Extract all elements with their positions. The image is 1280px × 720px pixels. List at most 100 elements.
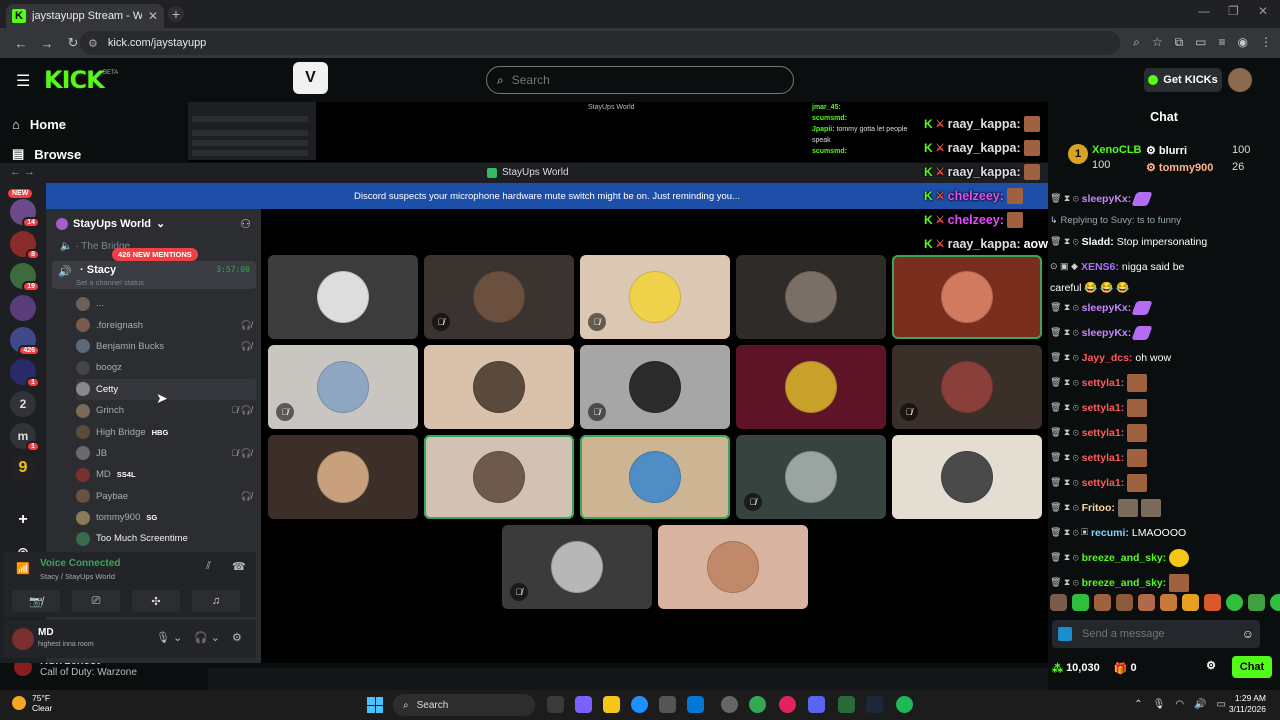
v-logo-icon[interactable]: V <box>293 62 328 94</box>
guild-icon[interactable]: 8 <box>10 231 40 260</box>
chat-message[interactable]: 🗑 ⧗ ⊙ Sladd: Stop impersonating <box>1048 229 1280 254</box>
steam-icon[interactable] <box>866 696 883 713</box>
video-tile[interactable]: 🎙̸ <box>424 255 574 339</box>
voice-member[interactable]: MD SS4L <box>76 464 256 485</box>
chrome-icon[interactable] <box>749 696 766 713</box>
profile-icon[interactable]: ◉ <box>1238 35 1248 50</box>
guild-icon[interactable]: 14 <box>10 199 40 228</box>
add-server-icon[interactable]: + <box>10 507 36 533</box>
address-bar[interactable]: ⚙ kick.com/jaystayupp <box>80 31 1120 55</box>
screenshare-button[interactable]: ⎚ <box>72 590 120 612</box>
task-view-icon[interactable] <box>547 696 564 713</box>
opera-icon[interactable] <box>779 696 796 713</box>
video-tile[interactable]: 🎙̸ <box>580 255 730 339</box>
emote[interactable] <box>1204 594 1221 611</box>
bookmark-star-icon[interactable]: ☆ <box>1152 35 1163 50</box>
channel-status[interactable]: Set a channel status <box>76 278 144 287</box>
voice-member[interactable]: tommy900 SG <box>76 507 256 528</box>
voice-member[interactable]: Too Much Screentime <box>76 528 256 549</box>
emote[interactable] <box>1160 594 1177 611</box>
edge-icon[interactable] <box>631 696 648 713</box>
store-icon[interactable] <box>659 696 676 713</box>
kick-emote-icon[interactable] <box>1058 627 1072 641</box>
chat-send-button[interactable]: Chat <box>1232 656 1272 678</box>
kick-logo[interactable]: KICK <box>44 66 105 94</box>
chat-message[interactable]: 🗑 ⧗ ⊙ settyla1: <box>1048 445 1280 470</box>
emote[interactable] <box>1116 594 1133 611</box>
hamburger-menu-icon[interactable]: ☰ <box>16 71 30 91</box>
video-tile[interactable] <box>736 255 886 339</box>
headphones-icon[interactable]: 🎧 ⌄ <box>194 631 220 644</box>
video-tile[interactable] <box>580 435 730 519</box>
chat-message[interactable]: 🗑 ⧗ ⊙ ▣ recumi: LMAOOOO <box>1048 520 1280 545</box>
voice-channel-stacy[interactable]: 🔊 · Stacy 3:57:00 Set a channel status <box>52 261 256 289</box>
split-view-icon[interactable]: ▭ <box>1195 35 1206 50</box>
microphone-icon[interactable]: 🎙 ⌄ <box>156 631 182 644</box>
voice-member[interactable]: JB 🎙̸ 🎧̸ <box>76 443 256 464</box>
site-info-icon[interactable]: ⚙ <box>88 37 98 50</box>
video-tile[interactable] <box>424 345 574 429</box>
voice-member[interactable]: .foreignash 🎧̸ <box>76 314 256 335</box>
zoom-icon[interactable]: ⌕ <box>1133 35 1140 50</box>
voice-connected-location[interactable]: Stacy / StayUps World <box>40 572 115 581</box>
guild-icon[interactable]: 19 <box>10 263 40 292</box>
new-tab-button[interactable]: + <box>168 6 184 22</box>
emote[interactable] <box>1270 594 1280 611</box>
activities-button[interactable]: ✣ <box>132 590 180 612</box>
video-tile[interactable] <box>424 435 574 519</box>
emote[interactable] <box>1182 594 1199 611</box>
voice-member[interactable]: Benjamin Bucks 🎧̸ <box>76 336 256 357</box>
maximize-button[interactable]: ❐ <box>1228 4 1239 18</box>
user-avatar[interactable] <box>1228 68 1252 92</box>
discord-icon[interactable] <box>808 696 825 713</box>
extensions-icon[interactable]: ⧉ <box>1175 35 1184 50</box>
chat-message[interactable]: 🗑 ⧗ ⊙ settyla1: <box>1048 470 1280 495</box>
back-icon[interactable]: ← <box>8 36 34 51</box>
minimize-button[interactable]: — <box>1198 4 1210 18</box>
video-tile[interactable]: 🎙̸ <box>502 525 652 609</box>
new-mentions-badge[interactable]: 426 NEW MENTIONS <box>112 248 198 261</box>
user-name[interactable]: MD <box>38 627 54 638</box>
forward-icon[interactable]: → <box>34 36 60 51</box>
battery-icon[interactable]: ▭ <box>1217 699 1226 710</box>
emote[interactable] <box>1226 594 1243 611</box>
wifi-icon[interactable]: ◠ <box>1175 699 1184 710</box>
video-tile[interactable] <box>892 255 1042 339</box>
app-icon[interactable] <box>721 696 738 713</box>
video-tile[interactable] <box>658 525 808 609</box>
points-value[interactable]: 10,030 <box>1066 662 1100 674</box>
kick-search[interactable]: ⌕ <box>486 66 794 94</box>
outlook-icon[interactable] <box>687 696 704 713</box>
voice-member[interactable]: boogz <box>76 357 256 378</box>
chat-input-box[interactable]: ☺ <box>1052 620 1260 648</box>
video-tile[interactable] <box>268 255 418 339</box>
emote[interactable] <box>1072 594 1089 611</box>
voice-member[interactable]: Paybae 🎧̸ <box>76 486 256 507</box>
file-explorer-icon[interactable] <box>603 696 620 713</box>
weather-widget[interactable]: 75°F Clear <box>12 693 52 713</box>
xbox-icon[interactable] <box>838 696 855 713</box>
copilot-icon[interactable] <box>575 696 592 713</box>
guild-icon[interactable]: m1 <box>10 423 40 452</box>
voice-connected-label[interactable]: Voice Connected <box>40 558 120 569</box>
chat-message[interactable]: 🗑 ⧗ ⊙ breeze_and_sky: <box>1048 545 1280 570</box>
windows-start-icon[interactable] <box>367 697 383 713</box>
discord-back-icon[interactable]: ← → <box>10 166 35 178</box>
guild-icon[interactable]: 1 <box>10 359 40 388</box>
voice-member[interactable]: ... <box>76 293 256 314</box>
voice-member[interactable]: High Bridge HBG <box>76 421 256 442</box>
leaderboard-entry[interactable]: ⚙ blurri <box>1146 144 1187 157</box>
chat-message[interactable]: 🗑 ⧗ ⊙ settyla1: <box>1048 420 1280 445</box>
emote[interactable] <box>1050 594 1067 611</box>
chat-message[interactable]: 🗑 ⧗ ⊙ sleepyKx: <box>1048 320 1280 345</box>
taskbar-search[interactable]: ⌕ Search <box>393 694 535 716</box>
nav-home[interactable]: ⌂ Home <box>12 117 66 132</box>
chat-message[interactable]: 🗑 ⧗ ⊙ breeze_and_sky: <box>1048 570 1280 595</box>
video-tile[interactable] <box>892 435 1042 519</box>
mic-tray-icon[interactable]: 🎙 <box>1153 699 1166 710</box>
server-header[interactable]: StayUps World ⌄ <box>56 217 165 230</box>
browser-tab[interactable]: K jaystayupp Stream - Watch Live ✕ <box>6 4 164 28</box>
emote[interactable] <box>1248 594 1265 611</box>
soundboard-button[interactable]: ♫ <box>192 590 240 612</box>
video-tile[interactable]: 🎙̸ <box>580 345 730 429</box>
